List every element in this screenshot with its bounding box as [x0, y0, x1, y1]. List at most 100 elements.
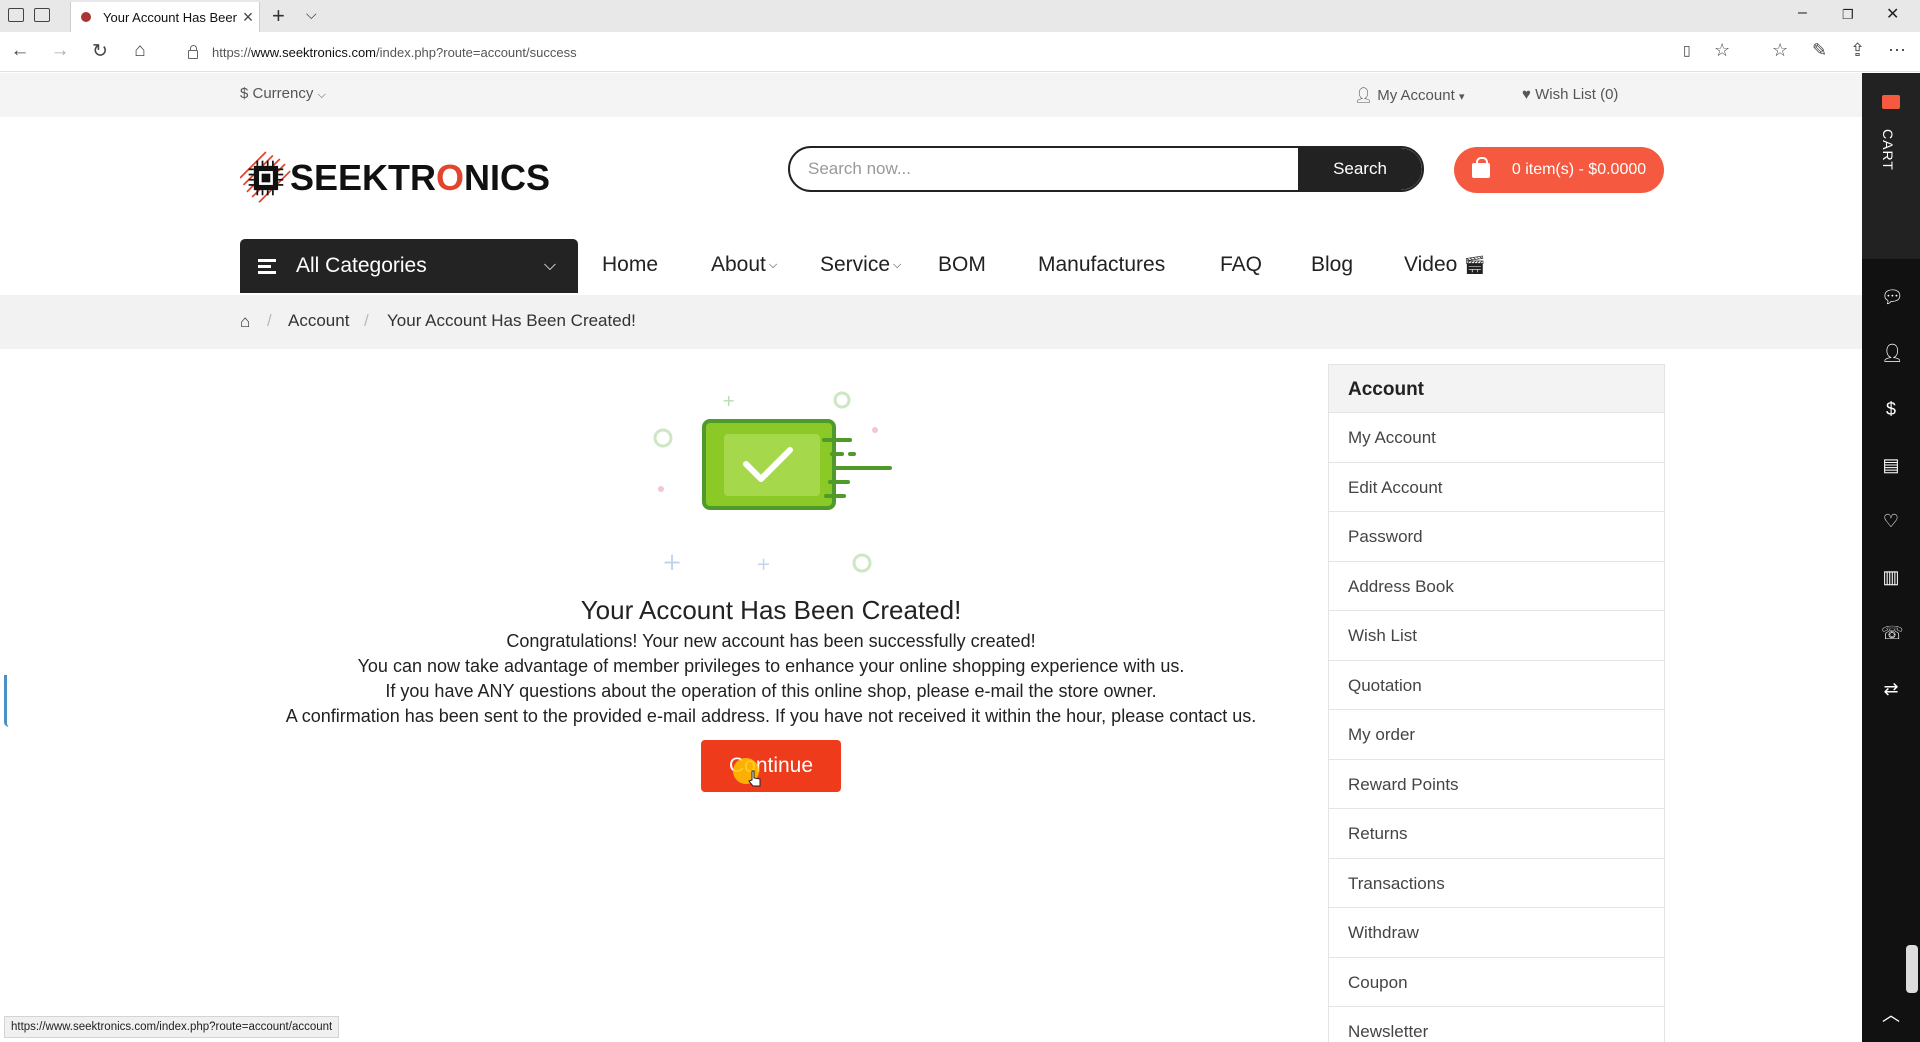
hand-cursor-icon — [748, 770, 761, 787]
my-account-label: My Account — [1377, 87, 1455, 104]
browser-tab-bar: Your Account Has Been × + ⌵ – ❐ ✕ — [0, 0, 1920, 32]
back-icon[interactable]: ← — [8, 40, 32, 62]
chip-logo-icon — [240, 151, 291, 203]
page-edge-handle — [4, 675, 9, 727]
account-link-wish-list[interactable]: Wish List — [1329, 611, 1664, 661]
breadcrumb-current: Your Account Has Been Created! — [387, 311, 636, 330]
svg-text:+: + — [722, 391, 735, 410]
account-link-coupon[interactable]: Coupon — [1329, 958, 1664, 1007]
url-host: www.seektronics.com — [251, 44, 377, 60]
chat-icon[interactable]: 💬︎ — [1881, 287, 1904, 307]
account-sidebar-heading: Account — [1329, 365, 1664, 413]
site-logo[interactable]: SEEKTRONICS — [240, 147, 550, 209]
share-icon[interactable]: ⇪ — [1850, 40, 1865, 61]
account-link-quotation[interactable]: Quotation — [1329, 661, 1664, 710]
cart-summary: 0 item(s) - $0.0000 — [1511, 161, 1647, 178]
shopping-bag-icon — [1471, 156, 1490, 178]
address-bar[interactable]: https:// www.seektronics.com /index.php?… — [178, 37, 1738, 67]
nav-manufactures[interactable]: Manufactures — [1038, 253, 1165, 277]
account-link-withdraw[interactable]: Withdraw — [1329, 908, 1664, 958]
wish-list-link[interactable]: ♥ Wish List (0) — [1522, 86, 1618, 103]
compare-arrows-icon[interactable]: ⇄ — [1881, 679, 1901, 699]
all-categories-dropdown[interactable]: All Categories ⌵ — [240, 239, 578, 293]
nav-home[interactable]: Home — [602, 253, 658, 277]
success-illustration: + + + — [653, 391, 892, 576]
restore-icon[interactable]: ❐ — [1842, 7, 1854, 23]
top-utility-bar: $ Currency ⌵ 👤︎ My Account ▾ ♥ Wish List… — [0, 73, 1862, 117]
success-line: A confirmation has been sent to the prov… — [285, 706, 1257, 726]
breadcrumb-separator: / — [267, 311, 272, 330]
refresh-icon[interactable]: ↻ — [88, 40, 112, 63]
caret-down-icon: ⌵ — [768, 259, 778, 271]
account-link-newsletter[interactable]: Newsletter — [1329, 1007, 1664, 1042]
url-path: /index.php?route=account/success — [376, 44, 577, 60]
web-note-icon[interactable]: ✎ — [1812, 40, 1827, 61]
browser-nav-bar: ← → ↻ ⌂ https:// www.seektronics.com /in… — [0, 32, 1920, 72]
nav-service[interactable]: Service ⌵ — [820, 253, 901, 277]
account-link-my-account[interactable]: My Account — [1329, 413, 1664, 463]
account-link-reward-points[interactable]: Reward Points — [1329, 760, 1664, 809]
search-button[interactable]: Search — [1298, 148, 1422, 190]
close-window-icon[interactable]: ✕ — [1886, 4, 1899, 24]
nav-about[interactable]: About ⌵ — [711, 253, 777, 277]
heart-icon: ♥ — [1522, 86, 1531, 103]
url-prefix: https:// — [212, 44, 252, 60]
success-line: You can now take advantage of member pri… — [357, 656, 1185, 676]
forward-icon[interactable]: → — [48, 40, 72, 62]
dock-cart-label: CART — [1880, 129, 1896, 171]
account-link-password[interactable]: Password — [1329, 512, 1664, 562]
currency-label: $ Currency — [240, 85, 314, 102]
continue-button[interactable]: Continue — [701, 740, 841, 792]
account-link-edit-account[interactable]: Edit Account — [1329, 463, 1664, 512]
document-icon[interactable]: ▤ — [1881, 455, 1901, 475]
my-account-dropdown[interactable]: 👤︎ My Account ▾ — [1354, 86, 1464, 104]
nav-video[interactable]: Video 🎬︎ — [1404, 253, 1486, 277]
scrollbar-thumb[interactable] — [1906, 945, 1918, 993]
tab-actions-icon[interactable] — [8, 8, 24, 22]
chevron-down-icon: ⌵ — [543, 257, 556, 274]
all-categories-label: All Categories — [296, 254, 427, 277]
dock-cart-button[interactable]: CART — [1862, 73, 1920, 259]
browser-tab[interactable]: Your Account Has Been × — [70, 2, 260, 32]
nav-bom[interactable]: BOM — [938, 253, 986, 277]
nav-faq[interactable]: FAQ — [1220, 253, 1262, 277]
favorites-hub-icon[interactable]: ☆ — [1772, 40, 1788, 61]
search-input[interactable] — [790, 159, 1298, 179]
breadcrumb-account[interactable]: Account — [288, 311, 349, 331]
breadcrumb-home-icon[interactable]: ⌂ — [240, 312, 250, 332]
account-link-address-book[interactable]: Address Book — [1329, 562, 1664, 611]
right-dock: CART 💬︎ 👤︎ $ ▤ ♡ ▥ ☏ ⇄ ︿ — [1862, 73, 1920, 1042]
cart-button[interactable]: 0 item(s) - $0.0000 — [1454, 147, 1664, 193]
nav-blog[interactable]: Blog — [1311, 253, 1353, 277]
reading-view-icon[interactable]: ▯ — [1683, 42, 1691, 59]
account-link-returns[interactable]: Returns — [1329, 809, 1664, 859]
tab-list-chevron-icon[interactable]: ⌵ — [306, 6, 317, 23]
minimize-icon[interactable]: – — [1798, 4, 1807, 22]
status-bar-url: https://www.seektronics.com/index.php?ro… — [4, 1016, 340, 1038]
favorite-star-icon[interactable]: ☆ — [1714, 40, 1730, 61]
caret-down-icon: ▾ — [1458, 91, 1465, 103]
breadcrumb: ⌂ / Account / Your Account Has Been Crea… — [0, 295, 1862, 349]
close-tab-icon[interactable]: × — [237, 7, 259, 28]
success-line: Congratulations! Your new account has be… — [506, 631, 1036, 651]
scroll-top-chevron-icon[interactable]: ︿ — [1881, 1005, 1901, 1025]
home-icon[interactable]: ⌂ — [128, 40, 152, 62]
account-link-transactions[interactable]: Transactions — [1329, 859, 1664, 908]
phone-icon[interactable]: ☏ — [1881, 623, 1904, 643]
svg-text:+: + — [662, 548, 682, 576]
user-icon[interactable]: 👤︎ — [1881, 343, 1904, 363]
web-page: $ Currency ⌵ 👤︎ My Account ▾ ♥ Wish List… — [0, 73, 1862, 1042]
dollar-icon[interactable]: $ — [1881, 399, 1901, 419]
success-heading: Your Account Has Been Created! — [580, 595, 962, 625]
heart-icon[interactable]: ♡ — [1881, 511, 1901, 531]
set-tabs-aside-icon[interactable] — [34, 8, 50, 22]
more-icon[interactable]: ⋯ — [1888, 40, 1906, 61]
caret-down-icon: ⌵ — [893, 259, 902, 271]
wish-list-label: Wish List (0) — [1535, 86, 1619, 103]
new-tab-icon[interactable]: + — [272, 3, 285, 29]
account-sidebar: Account My Account Edit Account Password… — [1328, 364, 1665, 1042]
clapperboard-icon: 🎬︎ — [1463, 255, 1487, 275]
invoice-icon[interactable]: ▥ — [1881, 567, 1901, 587]
currency-dropdown[interactable]: $ Currency ⌵ — [240, 85, 326, 102]
account-link-my-order[interactable]: My order — [1329, 710, 1664, 760]
